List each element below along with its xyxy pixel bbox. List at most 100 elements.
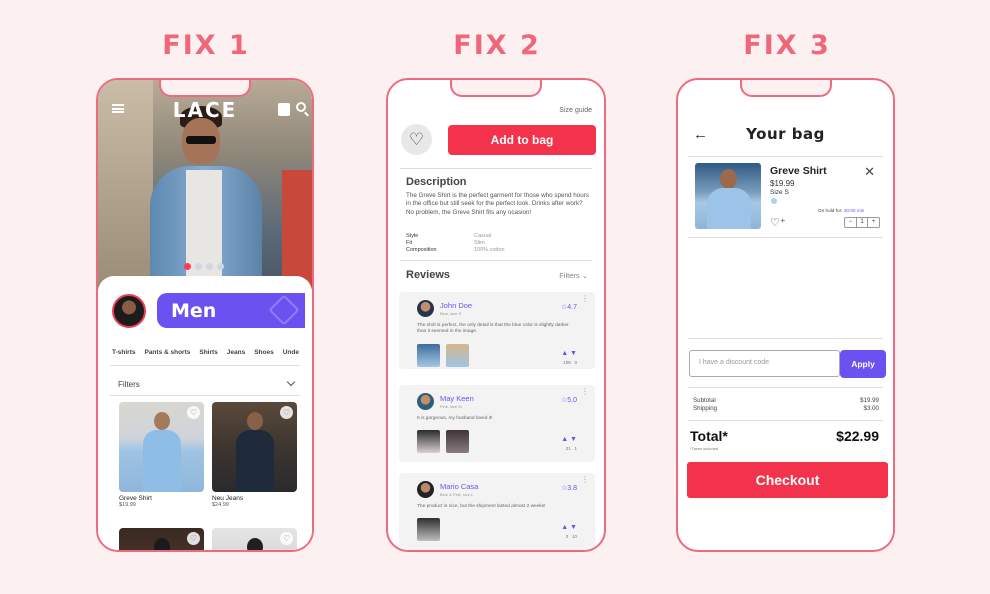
more-options-icon[interactable]: ⋮ bbox=[581, 476, 589, 484]
page-title: Your bag bbox=[746, 125, 825, 143]
reviews-filters-dropdown[interactable]: Filters ⌄ bbox=[559, 271, 588, 280]
divider bbox=[688, 387, 883, 388]
tab-underwear[interactable]: Unde bbox=[283, 349, 299, 356]
tab-jeans[interactable]: Jeans bbox=[227, 349, 245, 356]
product-card[interactable]: ♡ Greve Shirt $19.99 bbox=[119, 402, 204, 508]
search-icon[interactable] bbox=[296, 102, 306, 112]
plus-button[interactable]: + bbox=[868, 218, 879, 227]
apply-button[interactable]: Apply bbox=[840, 350, 886, 378]
heart-icon[interactable]: ♡ bbox=[187, 406, 200, 419]
discount-code-input[interactable]: I have a discount code bbox=[689, 350, 840, 377]
avatar bbox=[417, 393, 434, 410]
avatar bbox=[417, 300, 434, 317]
rating: ☆3.8 bbox=[560, 485, 577, 492]
tab-pants-shorts[interactable]: Pants & shorts bbox=[144, 349, 190, 356]
reviewer-meta: Pink, size M bbox=[440, 404, 462, 409]
add-to-bag-button[interactable]: Add to bag bbox=[448, 125, 596, 155]
divider bbox=[688, 156, 883, 157]
wishlist-add-icon[interactable]: ♡⁺ bbox=[770, 216, 786, 229]
product-name: Greve Shirt bbox=[119, 495, 152, 502]
review-photo[interactable] bbox=[446, 344, 469, 367]
phone-notch bbox=[450, 80, 542, 97]
vote-icons[interactable]: ▲ ▼ bbox=[561, 350, 577, 357]
vote-icons[interactable]: ▲ ▼ bbox=[561, 436, 577, 443]
review-photo[interactable] bbox=[417, 518, 440, 541]
reviewer-name[interactable]: May Keen bbox=[440, 394, 474, 403]
vote-icons[interactable]: ▲ ▼ bbox=[561, 524, 577, 531]
product-image[interactable]: ♡ bbox=[212, 402, 297, 492]
minus-button[interactable]: − bbox=[845, 218, 857, 227]
on-hold-timer: On hold for: 30:00 min bbox=[818, 208, 865, 213]
vote-counts: 21 1 bbox=[565, 446, 577, 451]
tab-shirts[interactable]: Shirts bbox=[199, 349, 217, 356]
shopping-bag-icon[interactable] bbox=[278, 103, 290, 116]
category-tabs: T-shirts Pants & shorts Shirts Jeans Sho… bbox=[112, 349, 312, 356]
carousel-dot[interactable] bbox=[206, 263, 213, 270]
avatar[interactable] bbox=[112, 294, 146, 328]
reviews-title: Reviews bbox=[406, 269, 451, 281]
fix-1-title: FIX 1 bbox=[162, 30, 250, 61]
heart-icon[interactable]: ♡ bbox=[280, 406, 293, 419]
product-sheet: Men T-shirts Pants & shorts Shirts Jeans… bbox=[98, 276, 312, 550]
tab-tshirts[interactable]: T-shirts bbox=[112, 349, 135, 356]
phone-notch bbox=[159, 80, 251, 97]
reviewer-meta: Blue, size S bbox=[440, 311, 462, 316]
product-image[interactable]: ♡ bbox=[119, 402, 204, 492]
hanger-icon bbox=[268, 294, 300, 326]
fix-2-title: FIX 2 bbox=[453, 30, 541, 61]
review-photo[interactable] bbox=[417, 344, 440, 367]
product-image[interactable]: ♡ bbox=[119, 528, 204, 550]
heart-icon[interactable]: ♡ bbox=[187, 532, 200, 545]
divider bbox=[400, 260, 592, 261]
product-card[interactable]: ♡ bbox=[119, 528, 204, 550]
product-price: $19.99 bbox=[119, 502, 136, 508]
reviewer-name[interactable]: John Doe bbox=[440, 301, 472, 310]
more-options-icon[interactable]: ⋮ bbox=[581, 388, 589, 396]
bag-item-image[interactable] bbox=[695, 163, 761, 229]
checkout-button[interactable]: Checkout bbox=[687, 462, 888, 498]
review-card: May Keen Pink, size M ☆5.0 ⋮ It is gorge… bbox=[399, 385, 595, 462]
color-swatch bbox=[771, 198, 777, 204]
review-photo[interactable] bbox=[417, 430, 440, 453]
quantity-stepper[interactable]: − 1 + bbox=[844, 217, 880, 228]
shipping-value: $3.00 bbox=[863, 405, 879, 412]
filters-dropdown[interactable]: Filters bbox=[118, 380, 140, 389]
reviewer-meta: Blue & Pink, size L bbox=[440, 492, 474, 497]
total-label: Total* bbox=[690, 428, 728, 444]
carousel-dot[interactable] bbox=[217, 263, 224, 270]
product-image[interactable]: ♡ bbox=[212, 528, 297, 550]
more-options-icon[interactable]: ⋮ bbox=[581, 295, 589, 303]
phone-product-detail: Size guide ♡ Add to bag Description The … bbox=[386, 78, 606, 552]
review-text: The shirt is perfect, the only detail is… bbox=[417, 323, 569, 334]
carousel-dots bbox=[184, 263, 224, 270]
phone-product-list: LACE Men T-shirts Pants & shorts Shirts … bbox=[96, 78, 314, 552]
fix-3-title: FIX 3 bbox=[743, 30, 831, 61]
bag-item-size: Size S bbox=[770, 189, 789, 196]
divider bbox=[400, 168, 592, 169]
reviewer-name[interactable]: Mario Casa bbox=[440, 482, 478, 491]
divider bbox=[688, 338, 883, 339]
chevron-down-icon[interactable] bbox=[286, 377, 296, 387]
heart-icon[interactable]: ♡ bbox=[280, 532, 293, 545]
bag-item-name: Greve Shirt bbox=[770, 165, 827, 177]
taxes-note: *Taxes included bbox=[690, 446, 719, 451]
tab-shoes[interactable]: Shoes bbox=[254, 349, 274, 356]
carousel-dot[interactable] bbox=[184, 263, 191, 270]
phone-notch bbox=[739, 80, 832, 97]
product-card[interactable]: ♡ bbox=[212, 528, 297, 550]
total-value: $22.99 bbox=[836, 428, 879, 444]
review-text: The product is nice, but the shipment la… bbox=[417, 504, 546, 509]
product-grid: ♡ Greve Shirt $19.99 ♡ Neu Jeans $24.99 … bbox=[119, 402, 297, 550]
product-price: $24.99 bbox=[212, 502, 229, 508]
carousel-dot[interactable] bbox=[195, 263, 202, 270]
category-banner-label: Men bbox=[171, 300, 217, 322]
review-photo[interactable] bbox=[446, 430, 469, 453]
size-guide-link[interactable]: Size guide bbox=[559, 107, 592, 114]
close-icon[interactable]: ✕ bbox=[864, 164, 875, 180]
review-text: It is gorgeous, my husband loved it! bbox=[417, 416, 493, 421]
vote-counts: 108 0 bbox=[563, 360, 577, 365]
wishlist-heart-icon[interactable]: ♡ bbox=[401, 124, 432, 155]
product-card[interactable]: ♡ Neu Jeans $24.99 bbox=[212, 402, 297, 508]
subtotal-value: $19.99 bbox=[860, 397, 879, 404]
divider bbox=[688, 420, 883, 421]
